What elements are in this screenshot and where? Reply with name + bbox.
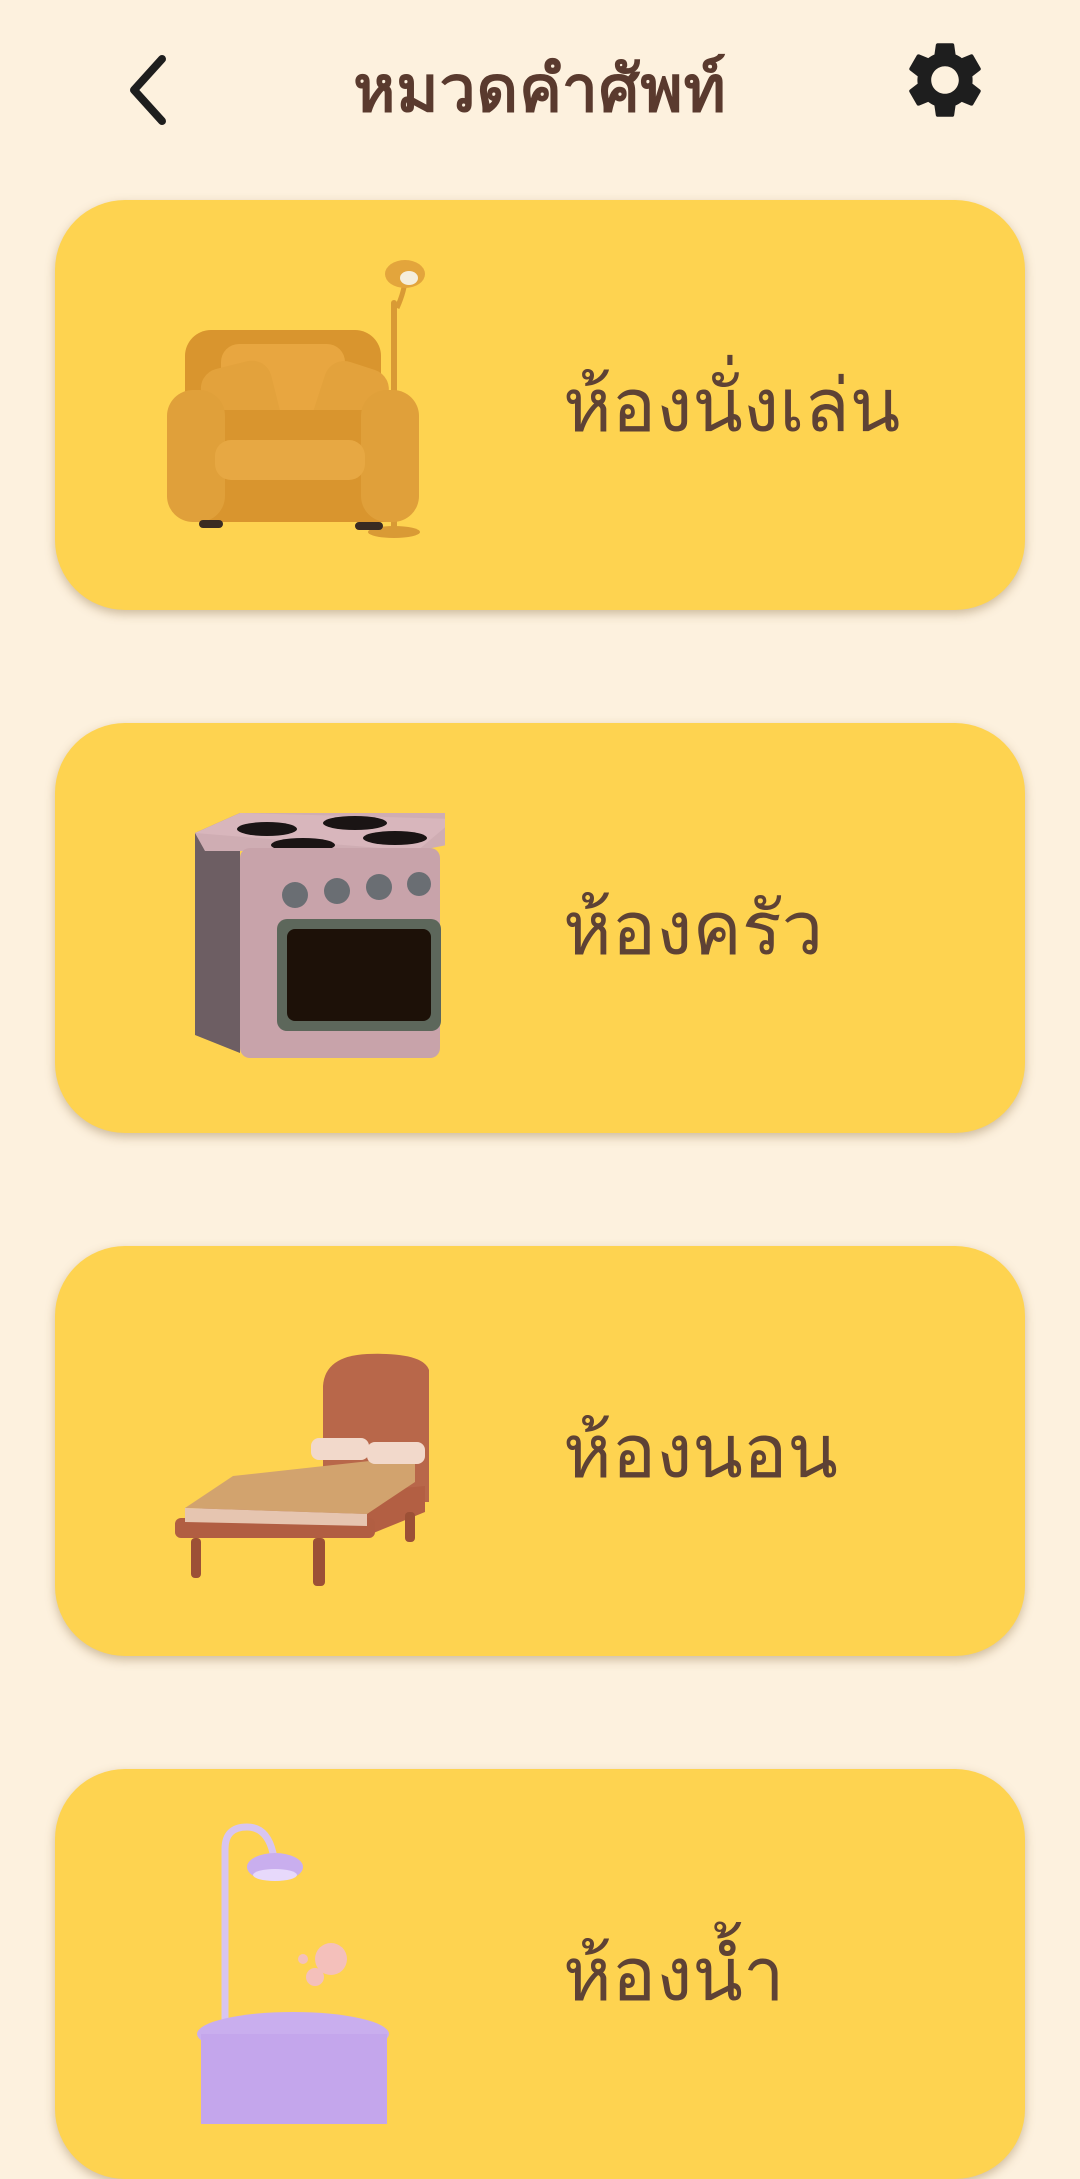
bathtub-shower-icon bbox=[197, 1823, 389, 2124]
category-label: ห้องนอน bbox=[563, 1409, 838, 1495]
category-card-bedroom[interactable]: ห้องนอน bbox=[55, 1246, 1025, 1656]
back-button[interactable] bbox=[108, 40, 188, 140]
category-label: ห้องน้ำ bbox=[563, 1932, 785, 2018]
category-card-living-room[interactable]: ห้องนั่งเล่น bbox=[55, 200, 1025, 610]
armchair-lamp-icon bbox=[167, 260, 425, 538]
page-title: หมวดคำศัพท์ bbox=[353, 53, 727, 127]
app-header: หมวดคำศัพท์ bbox=[0, 0, 1080, 180]
category-card-bathroom[interactable]: ห้องน้ำ bbox=[55, 1769, 1025, 2179]
bed-icon bbox=[175, 1353, 429, 1586]
gear-icon bbox=[909, 43, 981, 117]
stove-oven-icon bbox=[195, 813, 445, 1058]
category-label: ห้องนั่งเล่น bbox=[563, 363, 901, 449]
category-label: ห้องครัว bbox=[563, 886, 824, 972]
settings-button[interactable] bbox=[895, 30, 995, 130]
chevron-left-icon bbox=[130, 55, 166, 125]
category-card-kitchen[interactable]: ห้องครัว bbox=[55, 723, 1025, 1133]
